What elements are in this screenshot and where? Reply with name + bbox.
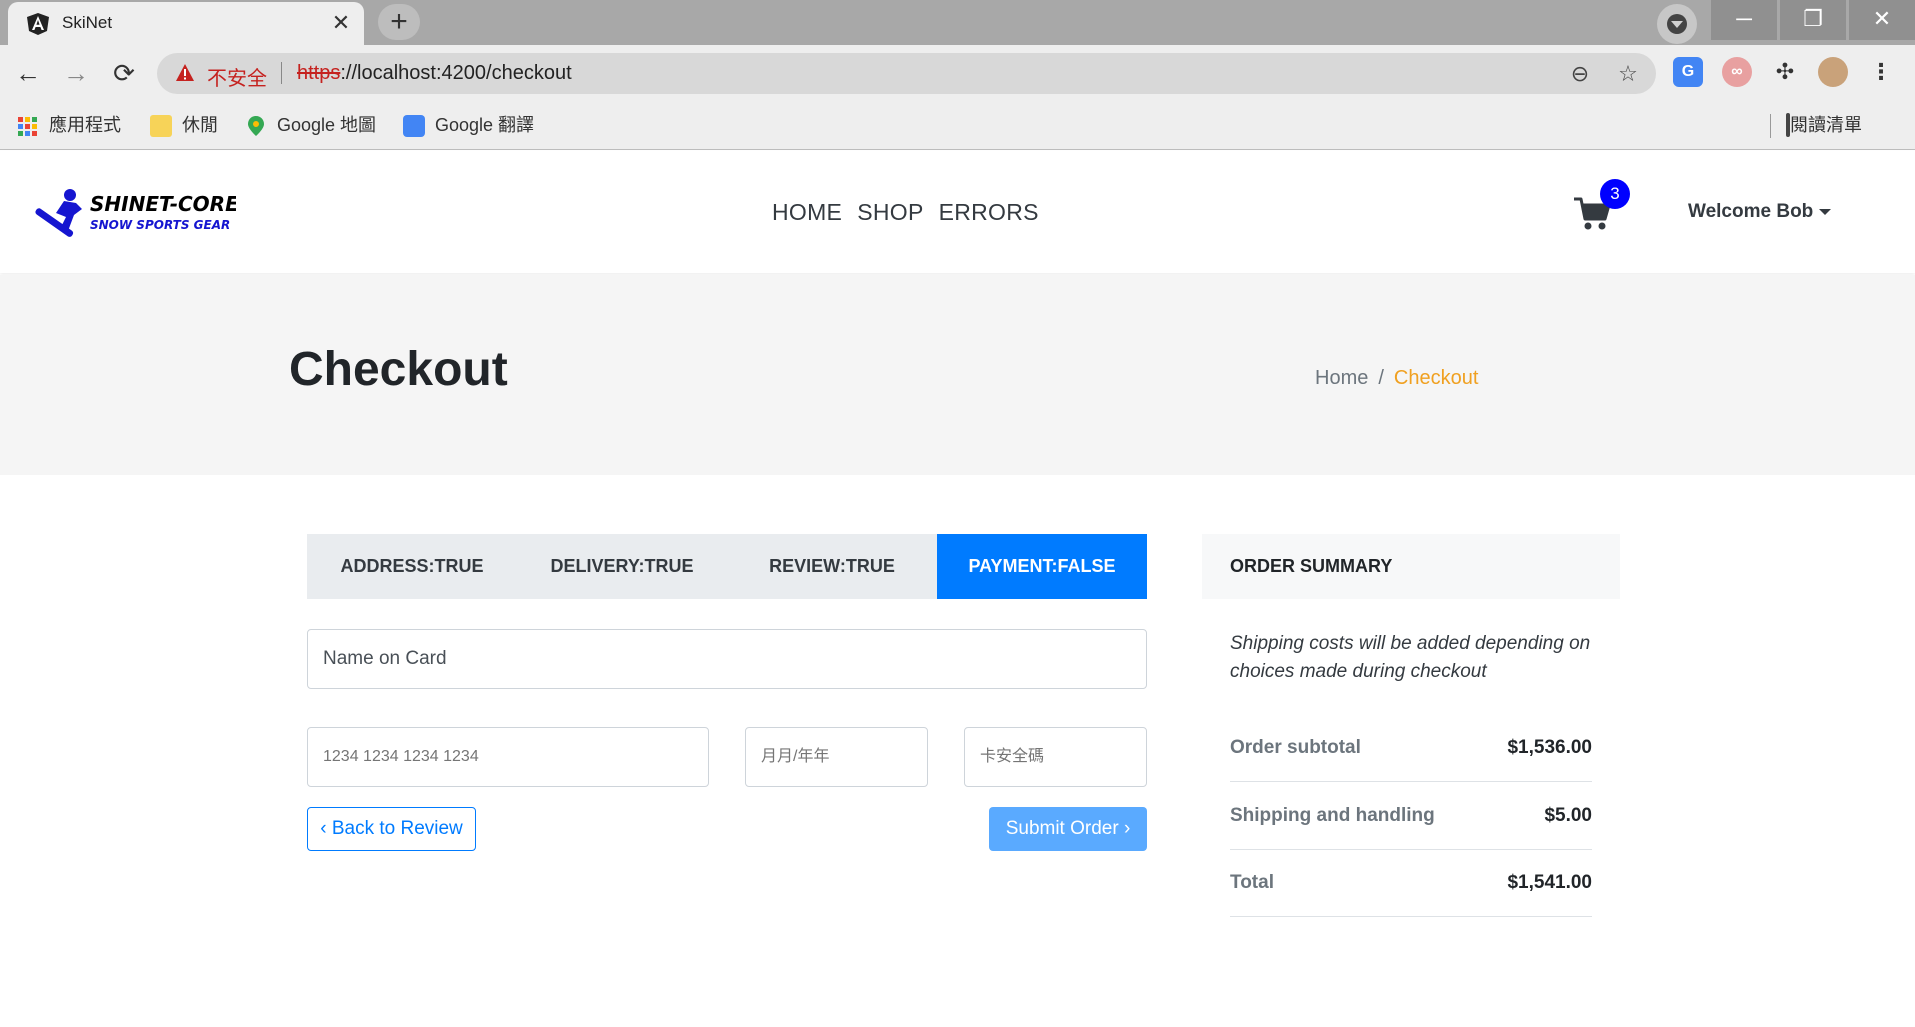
- warning-icon: [176, 64, 194, 81]
- window-close-button[interactable]: ✕: [1849, 0, 1915, 40]
- nav-shop-link[interactable]: SHOP: [857, 199, 923, 225]
- map-pin-icon: [248, 116, 264, 137]
- card-number-field[interactable]: 1234 1234 1234 1234: [307, 727, 709, 787]
- section-header: Checkout Home / Checkout: [0, 275, 1915, 475]
- welcome-label: Welcome Bob: [1688, 201, 1814, 222]
- checkout-stepper: ADDRESS:TRUE DELIVERY:TRUE REVIEW:TRUE P…: [307, 534, 1147, 599]
- tab-title: SkiNet: [62, 13, 113, 32]
- reading-list[interactable]: 閱讀清單: [1786, 112, 1862, 138]
- step-review[interactable]: REVIEW:TRUE: [727, 534, 937, 599]
- snowboarder-icon: [35, 189, 82, 237]
- back-to-review-button[interactable]: ‹ Back to Review: [307, 807, 476, 851]
- step-address[interactable]: ADDRESS:TRUE: [307, 534, 517, 599]
- reading-list-label: 閱讀清單: [1790, 115, 1862, 135]
- browser-tab[interactable]: SkiNet ✕: [8, 2, 364, 45]
- restore-button[interactable]: ❐: [1780, 0, 1846, 40]
- bookmarks-divider: [1770, 114, 1771, 138]
- browser-toolbar: ← → ⟳ 不安全 https://localhost:4200/checkou…: [0, 45, 1915, 102]
- cart-count-badge: 3: [1600, 179, 1630, 209]
- bookmarks-bar: 應用程式 休閒 Google 地圖 Google 翻譯 閱讀清單: [0, 102, 1915, 150]
- tab-close-icon[interactable]: ✕: [328, 10, 354, 36]
- breadcrumb-current: Checkout: [1393, 367, 1479, 389]
- bookmark-apps-label: 應用程式: [49, 115, 121, 135]
- step-delivery[interactable]: DELIVERY:TRUE: [517, 534, 727, 599]
- bookmark-google-maps-label: Google 地圖: [277, 115, 377, 135]
- breadcrumb-home-link[interactable]: Home: [1315, 367, 1368, 389]
- insecure-label[interactable]: 不安全: [207, 62, 267, 91]
- site-navbar: SHINET-CORE SNOW SPORTS GEAR HOME SHOP ERR…: [0, 151, 1915, 273]
- bookmark-star-icon[interactable]: ☆: [1615, 61, 1641, 87]
- bookmark-google-maps[interactable]: Google 地圖: [245, 112, 376, 138]
- new-tab-button[interactable]: +: [378, 4, 420, 40]
- submit-order-button[interactable]: Submit Order ›: [989, 807, 1147, 851]
- folder-icon: [150, 115, 172, 138]
- caret-down-icon: [1819, 208, 1832, 215]
- apps-grid-icon: [18, 116, 37, 136]
- url-scheme: https: [297, 62, 341, 84]
- google-translate-extension-icon[interactable]: G: [1673, 57, 1703, 87]
- back-arrow-icon[interactable]: ←: [12, 57, 44, 89]
- shipping-note: Shipping costs will be added depending o…: [1230, 633, 1591, 682]
- summary-row-subtotal: Order subtotal $1,536.00: [1230, 715, 1592, 782]
- order-summary-header: ORDER SUMMARY: [1202, 534, 1620, 599]
- site-logo[interactable]: SHINET-CORE SNOW SPORTS GEAR: [26, 183, 236, 243]
- summary-value: $1,541.00: [1507, 872, 1592, 893]
- summary-row-total: Total $1,541.00: [1230, 850, 1592, 917]
- profile-avatar[interactable]: [1818, 57, 1848, 87]
- summary-row-shipping: Shipping and handling $5.00: [1230, 783, 1592, 850]
- tab-search-icon[interactable]: [1657, 4, 1697, 44]
- summary-label: Total: [1230, 872, 1274, 893]
- forward-arrow-icon[interactable]: →: [60, 57, 92, 89]
- address-bar[interactable]: 不安全 https://localhost:4200/checkout ⊖ ☆: [157, 53, 1656, 94]
- card-cvc-field[interactable]: 卡安全碼: [964, 727, 1147, 787]
- bookmark-leisure[interactable]: 休閒: [150, 112, 218, 138]
- bookmark-leisure-label: 休閒: [182, 115, 218, 135]
- summary-value: $5.00: [1544, 805, 1592, 826]
- url-host: ://localhost:4200/checkout: [340, 62, 572, 84]
- bookmark-google-translate[interactable]: Google 翻譯: [403, 112, 534, 138]
- translate-icon: [403, 115, 425, 138]
- name-on-card-field[interactable]: Name on Card: [307, 629, 1147, 689]
- angular-icon: [27, 13, 49, 35]
- omnibox-divider: [281, 62, 282, 84]
- zoom-icon[interactable]: ⊖: [1567, 61, 1593, 87]
- extension-glasses-icon[interactable]: ∞: [1722, 57, 1752, 87]
- bookmark-apps[interactable]: 應用程式: [18, 112, 121, 138]
- summary-value: $1,536.00: [1507, 737, 1592, 758]
- menu-kebab-icon[interactable]: ⋮: [1866, 57, 1896, 87]
- page-title: Checkout: [289, 343, 508, 396]
- step-payment[interactable]: PAYMENT:FALSE: [937, 534, 1147, 599]
- breadcrumb: Home / Checkout: [1315, 367, 1478, 390]
- reload-icon[interactable]: ⟳: [108, 57, 140, 89]
- url-text[interactable]: https://localhost:4200/checkout: [297, 62, 572, 85]
- main-nav: HOME SHOP ERRORS: [772, 199, 1054, 226]
- breadcrumb-separator: /: [1378, 367, 1384, 389]
- logo-line2: SNOW SPORTS GEAR: [90, 218, 230, 232]
- summary-label: Order subtotal: [1230, 737, 1361, 758]
- summary-label: Shipping and handling: [1230, 805, 1435, 826]
- user-menu-toggle[interactable]: Welcome Bob: [1688, 201, 1832, 223]
- extensions-puzzle-icon[interactable]: ✣: [1770, 57, 1800, 87]
- order-summary-title: ORDER SUMMARY: [1230, 556, 1393, 576]
- bookmark-google-translate-label: Google 翻譯: [435, 115, 535, 135]
- minimize-button[interactable]: ─: [1711, 0, 1777, 40]
- card-expiry-field[interactable]: 月月/年年: [745, 727, 928, 787]
- nav-home-link[interactable]: HOME: [772, 199, 842, 225]
- nav-errors-link[interactable]: ERRORS: [939, 199, 1039, 225]
- logo-line1: SHINET-CORE: [90, 192, 236, 216]
- browser-tabstrip: SkiNet ✕ + ─ ❐ ✕: [0, 0, 1915, 45]
